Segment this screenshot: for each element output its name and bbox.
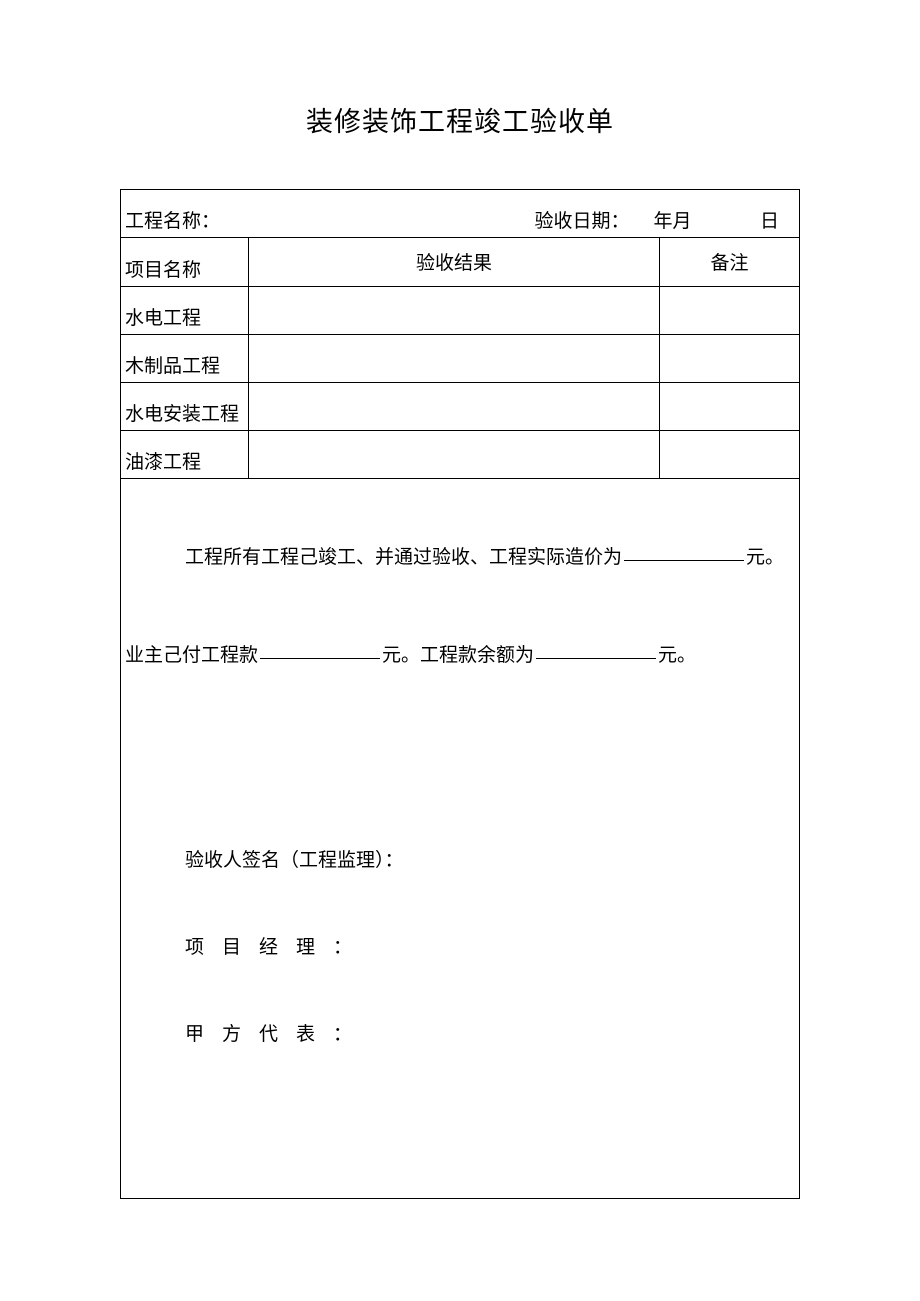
accept-date-label: 验收日期： [534,211,629,232]
sig-inspector-label: 验收人签名（工程监理）： [185,850,404,871]
sig-inspector: 验收人签名（工程监理）： [185,845,795,872]
statement-cell: 工程所有工程己竣工、并通过验收、工程实际造价为元。 业主己付工程款元。工程款余额… [121,478,800,1198]
cell-project-name-label: 工程名称： [121,190,401,238]
sig-manager: 项目经理： [185,932,795,959]
sig-manager-label: 项目经理 [185,937,333,958]
statement-line-2: 业主己付工程款 元。工程款余额为 元。 [125,577,795,675]
sig-manager-colon: ： [333,937,352,958]
stmt1-prefix: 工程所有工程己竣工、并通过验收、工程实际造价为 [185,547,622,568]
item-name-cell: 水电安装工程 [121,382,249,430]
item-remark-cell[interactable] [660,430,800,478]
hdr-item-name: 项目名称 [121,238,249,286]
hdr-remark: 备注 [660,238,800,286]
document-title: 装修装饰工程竣工验收单 [120,100,800,139]
cell-year-month: 年月 [650,190,740,238]
blank-actual-cost[interactable] [624,560,744,561]
item-name-cell: 水电工程 [121,286,249,334]
item-remark-cell[interactable] [660,334,800,382]
blank-paid-amount[interactable] [260,658,380,659]
table-row: 水电工程 [121,286,800,334]
item-remark-cell[interactable] [660,382,800,430]
stmt2-mid: 元。工程款余额为 [382,645,534,666]
day-text: 日 [760,211,779,232]
table-row: 油漆工程 [121,430,800,478]
blank-balance-amount[interactable] [536,658,656,659]
sig-owner: 甲方代表： [185,1019,795,1046]
row-project-date: 工程名称： 验收日期： 年月 日 [121,190,800,238]
item-result-cell[interactable] [249,430,660,478]
year-month-text: 年月 [654,211,692,232]
table-row: 木制品工程 [121,334,800,382]
items-table: 项目名称 验收结果 备注 水电工程 木制品工程 水电安装工程 油漆工程 [120,238,800,1199]
hdr-result: 验收结果 [249,238,660,286]
statement-line-1: 工程所有工程己竣工、并通过验收、工程实际造价为 元。 [125,479,795,577]
stmt1-suffix: 元。 [746,547,784,568]
project-name-label: 工程名称： [125,211,220,232]
acceptance-form: 工程名称： 验收日期： 年月 日 [120,189,800,238]
item-result-cell[interactable] [249,334,660,382]
stmt2-suffix: 元。 [658,645,696,666]
signature-block: 验收人签名（工程监理）： 项目经理： 甲方代表： [125,675,795,1046]
table-row: 水电安装工程 [121,382,800,430]
item-result-cell[interactable] [249,382,660,430]
stmt2-prefix: 业主己付工程款 [125,645,258,666]
cell-accept-date-label: 验收日期： [401,190,650,238]
sig-owner-label: 甲方代表 [185,1024,333,1045]
item-name-cell: 木制品工程 [121,334,249,382]
sig-owner-colon: ： [333,1024,352,1045]
item-result-cell[interactable] [249,286,660,334]
items-header-row: 项目名称 验收结果 备注 [121,238,800,286]
statement-row: 工程所有工程己竣工、并通过验收、工程实际造价为元。 业主己付工程款元。工程款余额… [121,478,800,1198]
cell-day: 日 [740,190,800,238]
item-remark-cell[interactable] [660,286,800,334]
item-name-cell: 油漆工程 [121,430,249,478]
